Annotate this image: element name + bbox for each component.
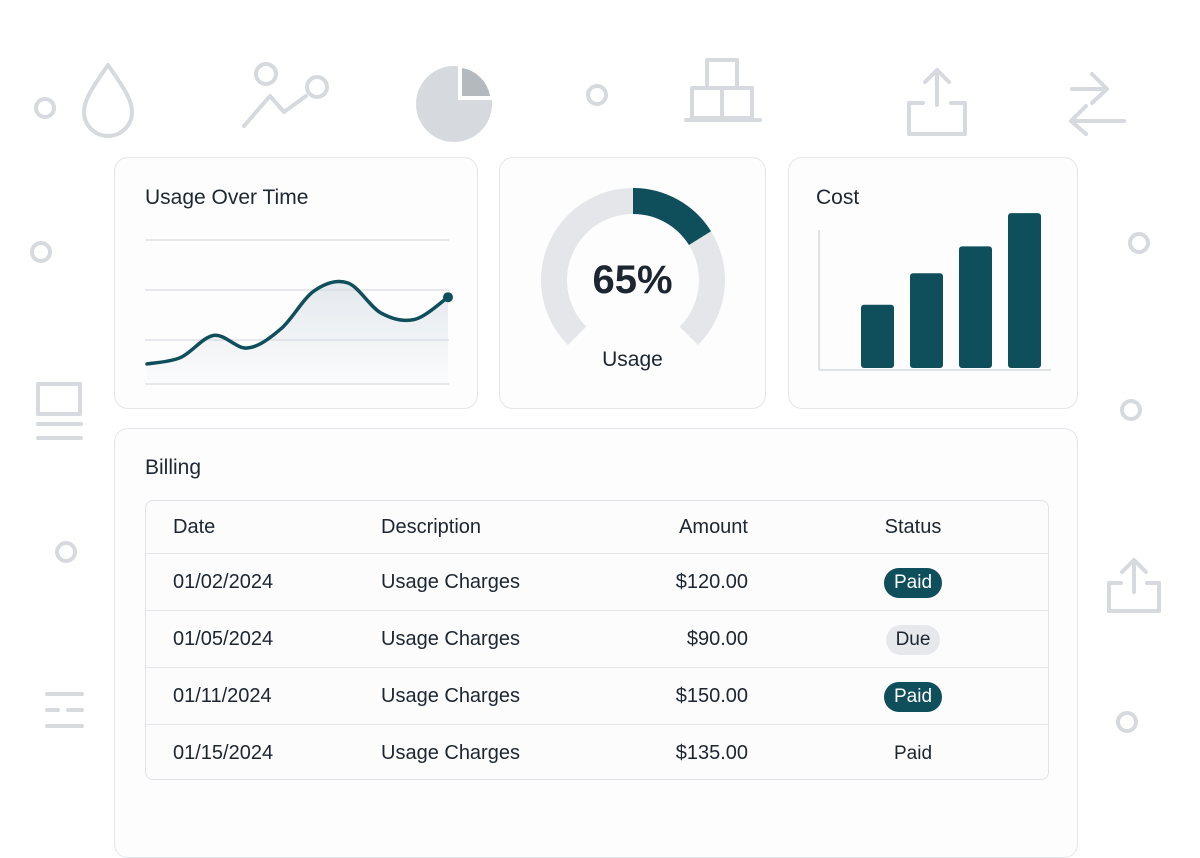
row-date: 01/15/2024 (173, 742, 274, 764)
row-status-cell: Paid (862, 725, 964, 779)
boxes-icon (684, 58, 762, 122)
line-chart-icon (242, 62, 329, 128)
dot-icon (34, 97, 56, 119)
dot-icon (30, 241, 52, 263)
row-description: Usage Charges (381, 571, 520, 593)
usage-line-chart (145, 239, 453, 385)
swap-arrows-icon (1069, 72, 1126, 136)
table-header-row: Date Description Amount Status (146, 501, 1048, 553)
column-header-amount[interactable]: Amount (598, 501, 748, 553)
status-text: Paid (893, 742, 933, 764)
row-amount: $90.00 (686, 628, 748, 650)
cost-bar-3 (959, 246, 992, 368)
line-chart-end-point (443, 292, 453, 303)
cost-bar-chart (818, 213, 1051, 371)
gauge-label: Usage (602, 348, 663, 371)
dot-icon (586, 84, 608, 106)
table-row[interactable]: 01/05/2024 Usage Charges $90.00 Due (146, 610, 1048, 668)
row-date: 01/02/2024 (173, 571, 274, 593)
table-row[interactable]: 01/02/2024 Usage Charges $120.00 Paid (146, 553, 1048, 611)
dot-icon (1128, 232, 1150, 254)
row-date: 01/11/2024 (173, 685, 272, 707)
row-amount: $150.00 (675, 685, 748, 707)
column-header-status[interactable]: Status (862, 501, 964, 553)
dot-icon (1116, 711, 1138, 733)
billing-card: Billing Date Description Amount Status 0… (114, 428, 1078, 858)
pie-chart-icon (416, 66, 493, 142)
usage-over-time-card: Usage Over Time (114, 157, 478, 409)
column-header-date[interactable]: Date (173, 501, 215, 553)
gauge-value: 65% (592, 258, 673, 302)
billing-title: Billing (145, 456, 202, 479)
list-icon (36, 382, 83, 440)
dot-icon (1120, 399, 1142, 421)
cost-card: Cost (788, 157, 1078, 409)
row-description: Usage Charges (381, 742, 520, 764)
billing-table: Date Description Amount Status 01/02/202… (145, 500, 1049, 780)
row-date: 01/05/2024 (173, 628, 274, 650)
cost-bar-2 (910, 273, 943, 368)
cost-bar-1 (861, 304, 894, 368)
row-description: Usage Charges (381, 628, 520, 650)
filter-icon (45, 692, 84, 728)
status-badge: Paid (883, 681, 943, 712)
row-amount: $135.00 (675, 742, 748, 764)
upload-icon (907, 68, 967, 136)
status-badge: Paid (883, 567, 943, 598)
row-status-cell: Paid (862, 554, 964, 611)
row-status-cell: Paid (862, 668, 964, 725)
row-amount: $120.00 (675, 571, 748, 593)
dot-icon (55, 541, 77, 563)
water-drop-icon (82, 63, 134, 138)
status-badge: Due (885, 624, 941, 655)
column-header-description[interactable]: Description (381, 501, 481, 553)
line-chart-area (147, 281, 448, 383)
row-status-cell: Due (862, 611, 964, 668)
table-row[interactable]: 01/11/2024 Usage Charges $150.00 Paid (146, 667, 1048, 725)
usage-gauge-card: 65% Usage (499, 157, 766, 409)
cost-bar-4 (1008, 213, 1041, 368)
share-icon (1107, 558, 1161, 613)
gauge-fill (632, 188, 712, 246)
table-row[interactable]: 01/15/2024 Usage Charges $135.00 Paid (146, 724, 1048, 779)
row-description: Usage Charges (381, 685, 520, 707)
